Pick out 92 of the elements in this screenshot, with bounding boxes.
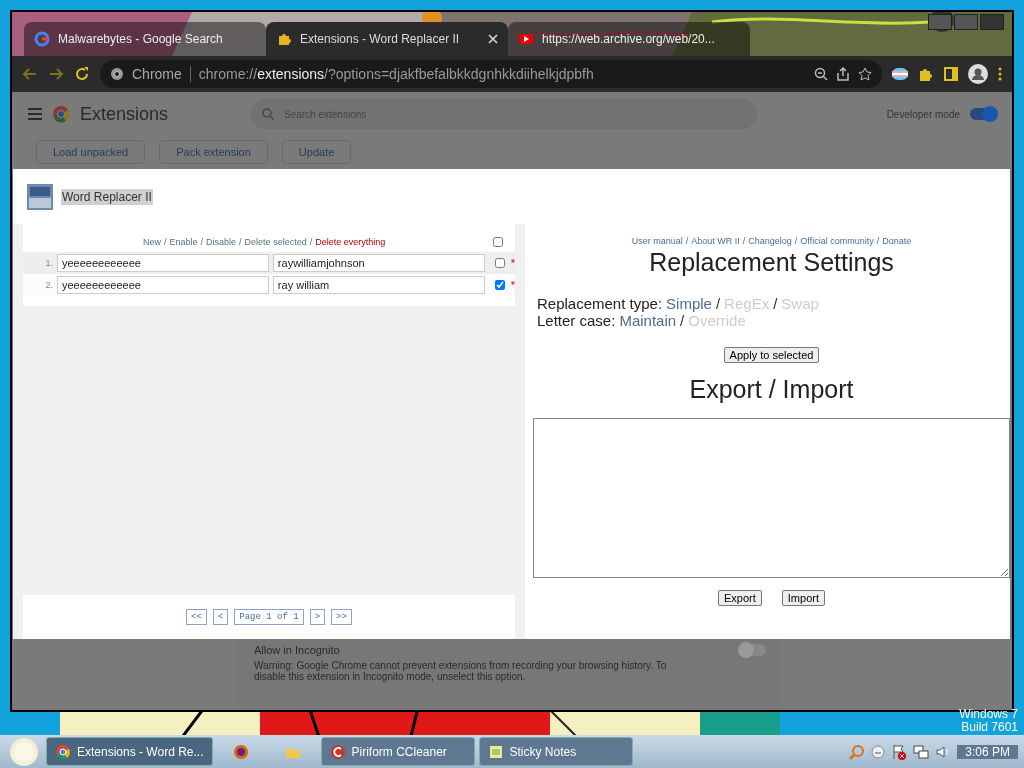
pager-button[interactable]: < (212, 609, 229, 625)
option-link[interactable]: Simple (666, 295, 712, 312)
pager-button[interactable]: > (309, 609, 326, 625)
toolbar-link[interactable]: Delete everything (315, 237, 386, 247)
separator: / (680, 312, 685, 329)
section-heading: Export / Import (689, 375, 854, 404)
toggle-switch[interactable] (970, 108, 996, 120)
sticky-note-icon (487, 743, 504, 760)
close-icon (488, 34, 498, 44)
setting-title: Allow in Incognito (254, 644, 341, 656)
find-field[interactable]: yeeeeeeeeeeee (57, 276, 269, 294)
separator: / (715, 295, 721, 312)
help-link[interactable]: Donate (882, 236, 912, 246)
browser-tab[interactable]: Malwarebytes - Google Search (24, 22, 266, 56)
browser-icon (55, 743, 71, 760)
minimize-button[interactable] (928, 14, 952, 30)
flag-error-icon[interactable] (891, 743, 908, 760)
os-watermark: Build 7601 (961, 721, 1018, 734)
select-all-checkbox[interactable] (493, 237, 503, 247)
row-number: 1. (44, 258, 53, 268)
required-mark: * (510, 257, 515, 269)
replace-field[interactable]: ray william (272, 276, 485, 294)
separator: / (876, 236, 880, 246)
row-number: 2. (44, 280, 53, 290)
firefox-icon (232, 743, 249, 760)
maximize-button[interactable] (954, 14, 978, 30)
separator: / (794, 236, 798, 246)
play-icon (518, 31, 534, 47)
forward-icon[interactable] (48, 66, 64, 82)
help-link[interactable]: Official community (800, 236, 874, 246)
find-field[interactable]: yeeeeeeeeeeee (57, 254, 269, 272)
help-link[interactable]: About WR II (691, 236, 740, 246)
setting-label: Replacement type: (537, 295, 663, 312)
clock: 3:06 PM (957, 744, 1018, 759)
page-title: Extensions (80, 103, 170, 125)
puzzle-icon (276, 31, 292, 47)
separator: / (742, 236, 746, 246)
separator: / (164, 237, 167, 247)
taskbar-button[interactable]: Piriform CCleaner (320, 737, 475, 766)
toggle-switch[interactable] (740, 644, 766, 656)
toolbar-link[interactable]: Enable (169, 237, 198, 247)
separator: / (685, 236, 689, 246)
taskbar-button[interactable]: Extensions - Word Re... (46, 737, 213, 766)
app-icon (27, 183, 53, 210)
network-icon[interactable] (913, 743, 930, 760)
setting-label: Letter case: (537, 312, 616, 329)
help-link[interactable]: Changelog (748, 236, 792, 246)
separator: / (200, 237, 204, 247)
reload-icon[interactable] (74, 66, 90, 82)
chrome-logo-icon (52, 105, 70, 123)
side-panel-icon[interactable] (944, 67, 958, 81)
section-heading: Replacement Settings (649, 248, 894, 277)
chrome-logo-icon (110, 67, 124, 81)
dialog-button[interactable]: Import (781, 590, 825, 606)
help-link[interactable]: User manual (631, 236, 683, 246)
toggle-label: Developer mode (886, 108, 960, 120)
page-indicator[interactable]: Page 1 of 1 (234, 609, 304, 625)
browser-tab[interactable]: Extensions - Word Replacer II (266, 22, 508, 56)
option-link[interactable]: Maintain (619, 312, 677, 329)
toolbar-link[interactable]: Delete selected (244, 237, 307, 247)
apply-button[interactable]: Apply to selected (723, 347, 820, 363)
url-text: chrome://extensions/?options=djakfbefalbkkdgnhkkdiihelkjdpbfh (198, 66, 595, 82)
flag-icon[interactable] (892, 68, 908, 80)
avatar-icon[interactable] (968, 64, 988, 84)
star-icon[interactable] (858, 67, 872, 81)
back-icon[interactable] (22, 66, 38, 82)
site-label: Chrome (132, 66, 191, 82)
ccleaner-icon (329, 743, 346, 760)
separator: / (773, 295, 778, 312)
pager-button[interactable]: << (186, 609, 207, 625)
pager-button[interactable]: >> (331, 609, 352, 625)
search-icon (262, 108, 274, 120)
google-logo-icon (34, 31, 50, 47)
row-checkbox[interactable] (494, 280, 505, 290)
taskbar-button[interactable]: Sticky Notes (478, 737, 633, 766)
address-bar[interactable]: Chrome chrome://extensions/?options=djakfbefalbkkdgnhkkdiihelkjdpbfh (100, 60, 882, 88)
warning-text: Warning: Google Chrome cannot prevent extensions from recording your browsing history. To disable this extension in Incognito mode, unselect this option. (254, 660, 668, 682)
required-mark: * (510, 279, 515, 291)
share-icon[interactable] (836, 67, 850, 81)
dialog-button[interactable]: Export (718, 590, 762, 606)
puzzle-icon[interactable] (918, 66, 934, 82)
toolbar-link[interactable]: Disable (206, 237, 237, 247)
browser-tab[interactable]: https://web.archive.org/web/20... (508, 22, 750, 56)
separator: / (309, 237, 313, 247)
menu-icon[interactable] (28, 108, 42, 120)
zoom-icon[interactable] (814, 67, 828, 81)
more-icon[interactable] (998, 67, 1002, 81)
row-checkbox[interactable] (494, 258, 505, 268)
toolbar-link[interactable]: New (143, 237, 161, 247)
dialog-title: Word Replacer II (61, 188, 153, 205)
separator: / (239, 237, 242, 247)
replace-field[interactable]: raywilliamjohnson (272, 254, 485, 272)
